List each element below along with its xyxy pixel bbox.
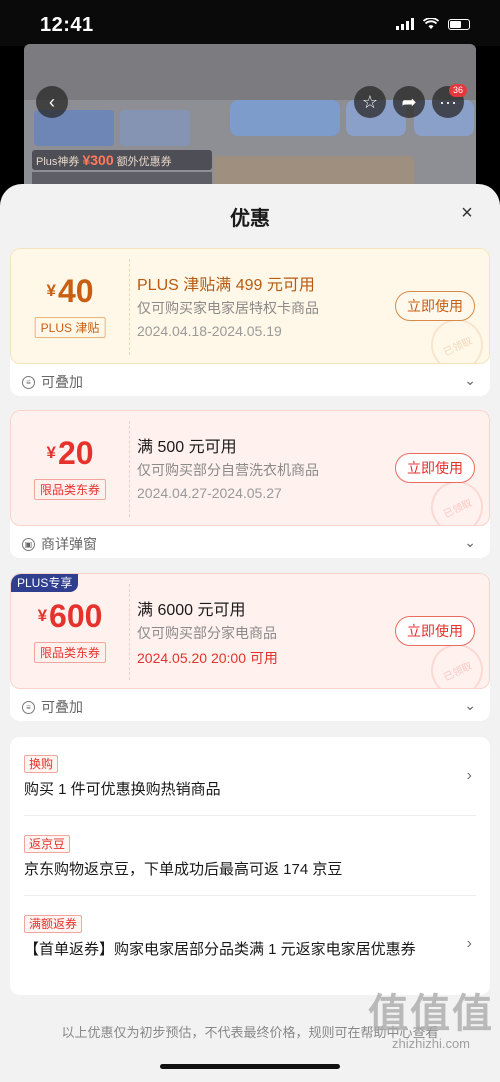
- share-button[interactable]: ➦: [393, 86, 425, 118]
- coupon-footer[interactable]: ≡ 可叠加: [22, 697, 83, 717]
- coupon-value-area: ¥600 限品类东券: [11, 574, 129, 688]
- sheet-header: 优惠 ×: [0, 184, 500, 246]
- coupon-card: ¥40 PLUS 津贴 PLUS 津贴满 499 元可用 仅可购买家电家居特权卡…: [10, 248, 490, 396]
- coupon-type-tag: 限品类东券: [33, 479, 107, 500]
- coupon-type-tag: 限品类东券: [33, 642, 107, 663]
- coupon-title: 满 6000 元可用: [137, 602, 246, 619]
- coupon-scope: 仅可购买部分家电商品: [137, 625, 277, 641]
- signal-icon: [396, 18, 414, 30]
- coupon-ticket: PLUS专享 ¥600 限品类东券 满 6000 元可用 仅可购买部分家电商品 …: [10, 573, 490, 689]
- promo-text: 购买 1 件可优惠换购热销商品: [24, 781, 221, 798]
- promo-item-jingdou: 返京豆 京东购物返京豆，下单成功后最高可返 174 京豆: [24, 835, 476, 880]
- coupon-validity: 2024.05.20 20:00 可用: [137, 650, 278, 666]
- share-icon: ➦: [401, 91, 417, 112]
- coupon-value-area: ¥20 限品类东券: [11, 411, 129, 525]
- status-icons: [396, 18, 470, 30]
- promo-item-coupon-return[interactable]: 满额返券 【首单返券】购家电家居部分品类满 1 元返家电家居优惠券 ›: [24, 915, 476, 960]
- coupon-divider: [129, 259, 130, 355]
- promo-item-exchange[interactable]: 换购 购买 1 件可优惠换购热销商品 ›: [24, 755, 476, 800]
- chevron-right-icon: ›: [466, 767, 472, 784]
- promotions-card: 换购 购买 1 件可优惠换购热销商品 › 返京豆 京东购物返京豆，下单成功后最高…: [10, 737, 490, 995]
- divider: [24, 815, 476, 816]
- stackable-icon: ≡: [22, 700, 35, 714]
- coupon-type-tag: PLUS 津贴: [34, 317, 106, 338]
- coupon-title: 满 500 元可用: [137, 439, 237, 456]
- home-indicator[interactable]: [160, 1064, 340, 1069]
- coupon-footer[interactable]: ≡ 可叠加: [22, 372, 83, 392]
- chevron-right-icon: ›: [466, 935, 472, 952]
- coupon-validity: 2024.04.27-2024.05.27: [137, 485, 282, 501]
- status-bar: 12:41: [0, 0, 500, 46]
- back-button[interactable]: ‹: [36, 86, 68, 118]
- sheet-title: 优惠: [230, 208, 270, 230]
- coupon-card: PLUS专享 ¥600 限品类东券 满 6000 元可用 仅可购买部分家电商品 …: [10, 573, 490, 721]
- chevron-down-icon[interactable]: ⌄: [464, 534, 476, 551]
- chevron-left-icon: ‹: [49, 91, 55, 112]
- battery-icon: [448, 18, 470, 30]
- coupon-footer[interactable]: ▣ 商详弹窗: [22, 534, 97, 554]
- promo-tag: 满额返券: [24, 915, 83, 933]
- coupon-scope: 仅可购买部分自营洗衣机商品: [137, 462, 319, 478]
- coupon-amount: ¥40: [46, 273, 94, 309]
- plus-promo-pill: Plus神券 ¥300 额外优惠券: [32, 150, 212, 170]
- promo-tag: 换购: [24, 755, 59, 773]
- use-now-button[interactable]: 立即使用: [395, 291, 475, 321]
- coupon-footer-label: 可叠加: [41, 374, 83, 390]
- promo-tag: 返京豆: [24, 835, 71, 853]
- use-now-button[interactable]: 立即使用: [395, 453, 475, 483]
- star-icon: ☆: [361, 91, 379, 112]
- coupon-card: ¥20 限品类东券 满 500 元可用 仅可购买部分自营洗衣机商品 2024.0…: [10, 410, 490, 558]
- close-icon[interactable]: ×: [456, 202, 478, 224]
- coupon-value-area: ¥40 PLUS 津贴: [11, 249, 129, 363]
- chevron-down-icon[interactable]: ⌄: [464, 372, 476, 389]
- chevron-down-icon[interactable]: ⌄: [464, 697, 476, 714]
- wifi-icon: [423, 18, 439, 29]
- coupon-sheet: 优惠 × ¥40 PLUS 津贴 PLUS 津贴满 499 元可用 仅可购买家电…: [0, 184, 500, 1082]
- popup-icon: ▣: [22, 537, 35, 551]
- coupon-ticket: ¥20 限品类东券 满 500 元可用 仅可购买部分自营洗衣机商品 2024.0…: [10, 410, 490, 526]
- promo-text: 京东购物返京豆，下单成功后最高可返 174 京豆: [24, 861, 343, 878]
- udc-logo-image: [230, 100, 340, 136]
- favorite-button[interactable]: ☆: [354, 86, 386, 118]
- site-watermark: 值值值 zhizhizhi.com: [368, 990, 494, 1052]
- coupon-footer-label: 可叠加: [41, 699, 83, 715]
- coupon-ticket: ¥40 PLUS 津贴 PLUS 津贴满 499 元可用 仅可购买家电家居特权卡…: [10, 248, 490, 364]
- coupon-amount: ¥600: [37, 598, 103, 634]
- coupon-scope: 仅可购买家电家居特权卡商品: [137, 300, 319, 316]
- product-page-background: Plus神券 ¥300 额外优惠券: [24, 44, 476, 194]
- anniversary-logo-image: [120, 110, 190, 146]
- message-badge: 36: [449, 84, 468, 97]
- coupon-divider: [129, 584, 130, 680]
- coupon-title: PLUS 津贴满 499 元可用: [137, 277, 315, 294]
- coupon-validity: 2024.04.18-2024.05.19: [137, 323, 282, 339]
- status-time: 12:41: [40, 14, 94, 36]
- stackable-icon: ≡: [22, 375, 35, 389]
- coupon-footer-label: 商详弹窗: [41, 536, 97, 552]
- coupon-divider: [129, 421, 130, 517]
- divider: [24, 895, 476, 896]
- promo-text: 【首单返券】购家电家居部分品类满 1 元返家电家居优惠券: [24, 941, 416, 958]
- use-now-button[interactable]: 立即使用: [395, 616, 475, 646]
- coupon-amount: ¥20: [46, 435, 94, 471]
